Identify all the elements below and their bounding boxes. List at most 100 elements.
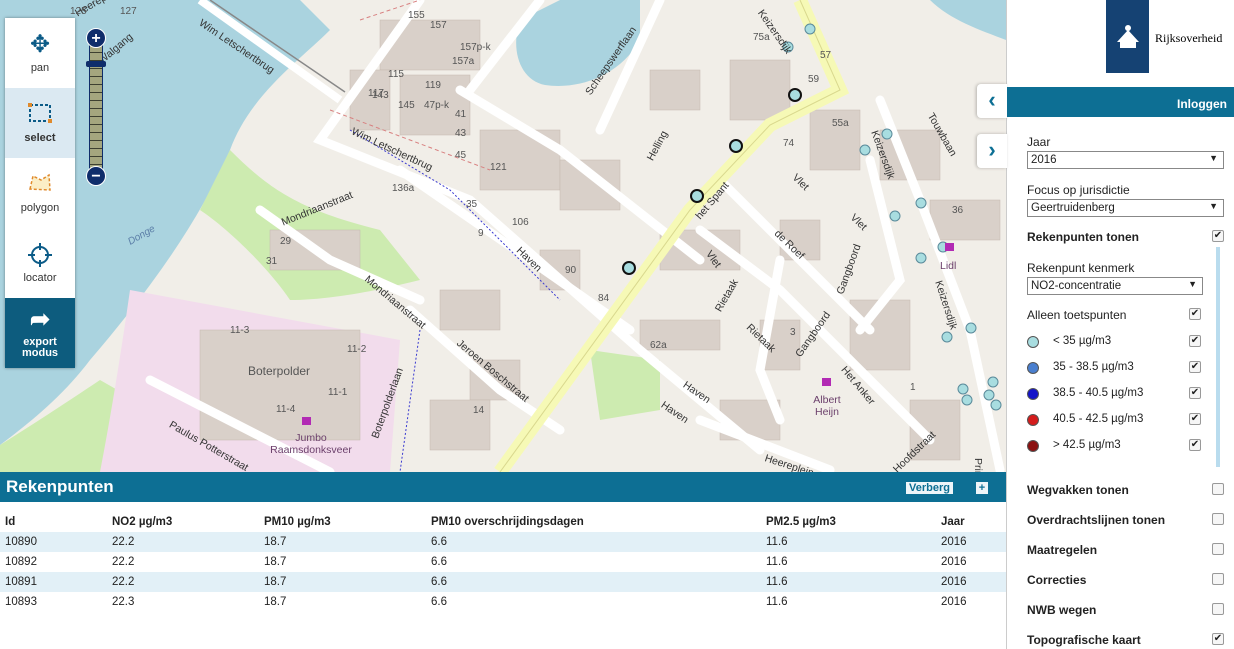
polygon-tool[interactable]: polygon <box>5 158 75 228</box>
select-box-icon <box>27 102 53 132</box>
layer-checkbox[interactable] <box>1212 573 1224 585</box>
house-number: 3 <box>790 327 796 338</box>
expand-right-button[interactable]: › <box>977 134 1007 168</box>
kenmerk-select[interactable]: NO2-concentratie ▼ <box>1027 277 1203 295</box>
house-number: 11-1 <box>328 387 348 398</box>
layer-label: NWB wegen <box>1027 603 1097 617</box>
table-row[interactable]: 10890 22.2 18.7 6.6 11.6 2016 <box>0 532 1006 552</box>
house-number: 45 <box>455 150 467 161</box>
kenmerk-value: NO2-concentratie <box>1031 280 1122 292</box>
crosshair-icon <box>27 242 53 272</box>
legend-color-swatch <box>1027 414 1039 426</box>
house-number: 11-3 <box>230 325 250 336</box>
login-link[interactable]: Inloggen <box>1177 97 1227 111</box>
table-row[interactable]: 10891 22.2 18.7 6.6 11.6 2016 <box>0 572 1006 592</box>
column-header[interactable]: Id <box>5 516 15 528</box>
legend-checkbox[interactable]: ✔ <box>1189 439 1201 451</box>
legend-checkbox[interactable]: ✔ <box>1189 361 1201 373</box>
zoom-slider-thumb[interactable] <box>86 61 106 67</box>
house-number: 35 <box>466 199 478 210</box>
house-number: 106 <box>512 217 529 228</box>
rijksoverheid-logo <box>1106 0 1149 73</box>
legend-checkbox[interactable]: ✔ <box>1189 335 1201 347</box>
table-cell: 18.7 <box>264 576 287 588</box>
focus-select[interactable]: Geertruidenberg ▼ <box>1027 199 1224 217</box>
legend-label: 35 - 38.5 µg/m3 <box>1053 361 1134 373</box>
table-cell: 10891 <box>5 576 37 588</box>
select-label: select <box>24 132 56 144</box>
house-number: 90 <box>565 265 577 276</box>
legend-checkbox[interactable]: ✔ <box>1189 413 1201 425</box>
column-header[interactable]: NO2 µg/m3 <box>112 516 172 528</box>
layer-checkbox[interactable] <box>1212 603 1224 615</box>
table-row[interactable]: 10893 22.3 18.7 6.6 11.6 2016 <box>0 592 1006 612</box>
table-cell: 22.2 <box>112 536 135 548</box>
kenmerk-label: Rekenpunt kenmerk <box>1027 261 1135 275</box>
table-cell: 11.6 <box>766 596 788 608</box>
polygon-icon <box>27 172 53 202</box>
legend-label: > 42.5 µg/m3 <box>1053 439 1121 451</box>
house-number: 47p-k <box>424 100 450 111</box>
column-header[interactable]: Jaar <box>941 516 965 528</box>
pan-label: pan <box>30 62 50 74</box>
map-viewport[interactable]: Wim Letschertbrug Wim Letschertbrug Have… <box>0 0 1006 472</box>
crest-icon <box>1116 24 1139 48</box>
pan-tool[interactable]: ✥ pan <box>5 18 75 88</box>
legend-color-swatch <box>1027 362 1039 374</box>
layer-checkbox[interactable] <box>1212 483 1224 495</box>
house-number: 11-2 <box>347 344 367 355</box>
table-cell: 6.6 <box>431 576 447 588</box>
focus-label: Focus op jurisdictie <box>1027 183 1130 197</box>
house-number: 41 <box>455 109 467 120</box>
zoom-in-button[interactable]: + <box>86 28 106 48</box>
house-number: 125 <box>70 6 87 17</box>
collapse-left-button[interactable]: ‹ <box>977 84 1007 118</box>
select-tool[interactable]: select <box>5 88 75 158</box>
legend-label: 38.5 - 40.5 µg/m3 <box>1053 387 1144 399</box>
hide-button[interactable]: Verberg <box>906 482 953 494</box>
caret-down-icon: ▼ <box>1188 279 1197 289</box>
legend-checkbox[interactable]: ✔ <box>1189 387 1201 399</box>
rekenpunten-label: Rekenpunten tonen <box>1027 230 1140 244</box>
layer-checkbox[interactable]: ✔ <box>1212 633 1224 645</box>
caret-down-icon: ▼ <box>1209 153 1218 163</box>
rekenpunten-checkbox[interactable]: ✔ <box>1212 230 1224 242</box>
table-cell: 22.2 <box>112 556 135 568</box>
zoom-out-button[interactable]: − <box>86 166 106 186</box>
house-number: 75a <box>753 32 770 43</box>
house-number: 55a <box>832 118 849 129</box>
layer-label: Topografische kaart <box>1027 633 1141 647</box>
logo-text: Rijksoverheid <box>1155 31 1223 45</box>
column-header[interactable]: PM10 µg/m3 <box>264 516 331 528</box>
export-mode-button[interactable]: ➦ export modus <box>5 298 75 368</box>
legend-color-swatch <box>1027 440 1039 452</box>
house-number: 157a <box>452 56 475 67</box>
column-header[interactable]: PM2.5 µg/m3 <box>766 516 836 528</box>
expand-button[interactable]: + <box>976 482 988 494</box>
export-label: export modus <box>21 336 59 359</box>
table-cell: 2016 <box>941 556 967 568</box>
house-number: 43 <box>455 128 467 139</box>
polygon-label: polygon <box>20 202 60 214</box>
legend-color-swatch <box>1027 336 1039 348</box>
table-cell: 10890 <box>5 536 37 548</box>
house-number: 29 <box>280 236 292 247</box>
house-number: 136a <box>392 183 415 194</box>
layer-label: Wegvakken tonen <box>1027 483 1129 497</box>
column-header[interactable]: PM10 overschrijdingsdagen <box>431 516 584 528</box>
toets-checkbox[interactable]: ✔ <box>1189 308 1201 320</box>
year-value: 2016 <box>1031 154 1057 166</box>
table-cell: 22.3 <box>112 596 135 608</box>
table-cell: 18.7 <box>264 596 287 608</box>
caret-down-icon: ▼ <box>1209 201 1218 211</box>
year-select[interactable]: 2016 ▼ <box>1027 151 1224 169</box>
table-cell: 6.6 <box>431 596 447 608</box>
layer-checkbox[interactable] <box>1212 513 1224 525</box>
house-number: 119 <box>425 80 441 91</box>
layer-checkbox[interactable] <box>1212 543 1224 555</box>
table-row[interactable]: 10892 22.2 18.7 6.6 11.6 2016 <box>0 552 1006 572</box>
locator-tool[interactable]: locator <box>5 228 75 298</box>
layer-label: Correcties <box>1027 573 1087 587</box>
table-header: Id NO2 µg/m3 PM10 µg/m3 PM10 overschrijding… <box>0 512 1006 532</box>
legend-label: 40.5 - 42.5 µg/m3 <box>1053 413 1144 425</box>
